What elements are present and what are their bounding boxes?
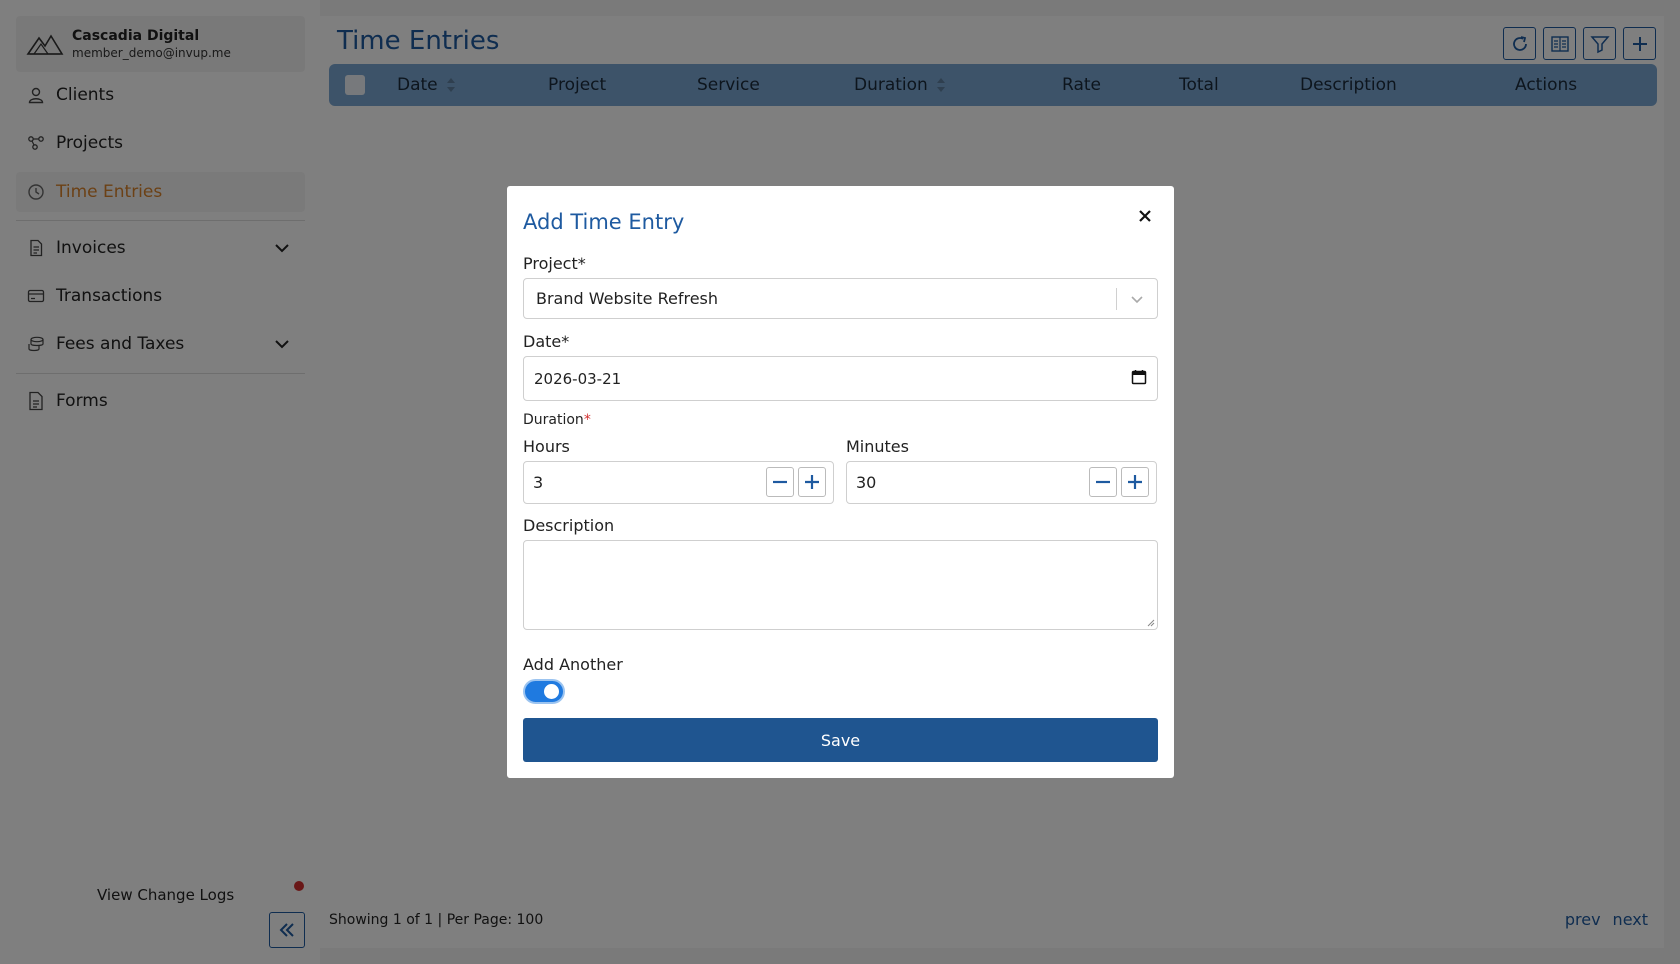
modal-title: Add Time Entry (523, 210, 685, 234)
chevron-down-icon (1131, 296, 1143, 304)
required-marker: * (583, 412, 591, 428)
hours-decrement-button[interactable] (766, 467, 794, 497)
hours-increment-button[interactable] (798, 467, 826, 497)
plus-icon (805, 475, 819, 489)
date-input-value: 2026-03-21 (534, 369, 622, 388)
hours-label: Hours (523, 437, 570, 456)
duration-label-text: Duration (523, 412, 584, 428)
plus-icon (1128, 475, 1142, 489)
hours-value: 3 (533, 473, 544, 492)
add-time-entry-modal: Add Time Entry Project* Brand Website Re… (507, 186, 1174, 778)
add-another-toggle[interactable] (523, 679, 565, 704)
save-button[interactable]: Save (523, 718, 1158, 762)
minutes-value: 30 (856, 473, 877, 492)
date-label: Date* (523, 332, 570, 351)
duration-label: Duration* (523, 412, 591, 428)
description-textarea[interactable] (523, 540, 1158, 630)
minutes-decrement-button[interactable] (1089, 467, 1117, 497)
resize-handle-icon[interactable] (1145, 617, 1155, 627)
select-separator (1116, 288, 1117, 310)
description-label: Description (523, 516, 615, 535)
minutes-increment-button[interactable] (1121, 467, 1149, 497)
add-another-label: Add Another (523, 655, 623, 674)
minutes-stepper[interactable]: 30 (846, 461, 1157, 504)
calendar-icon[interactable] (1131, 369, 1147, 385)
toggle-knob (544, 684, 559, 699)
hours-stepper[interactable]: 3 (523, 461, 834, 504)
minus-icon (773, 480, 787, 484)
project-label: Project* (523, 254, 586, 273)
close-icon[interactable] (1135, 206, 1155, 226)
minus-icon (1096, 480, 1110, 484)
project-select[interactable]: Brand Website Refresh (523, 278, 1158, 319)
date-input[interactable]: 2026-03-21 (523, 356, 1158, 401)
project-select-value: Brand Website Refresh (536, 289, 719, 308)
minutes-label: Minutes (846, 437, 909, 456)
